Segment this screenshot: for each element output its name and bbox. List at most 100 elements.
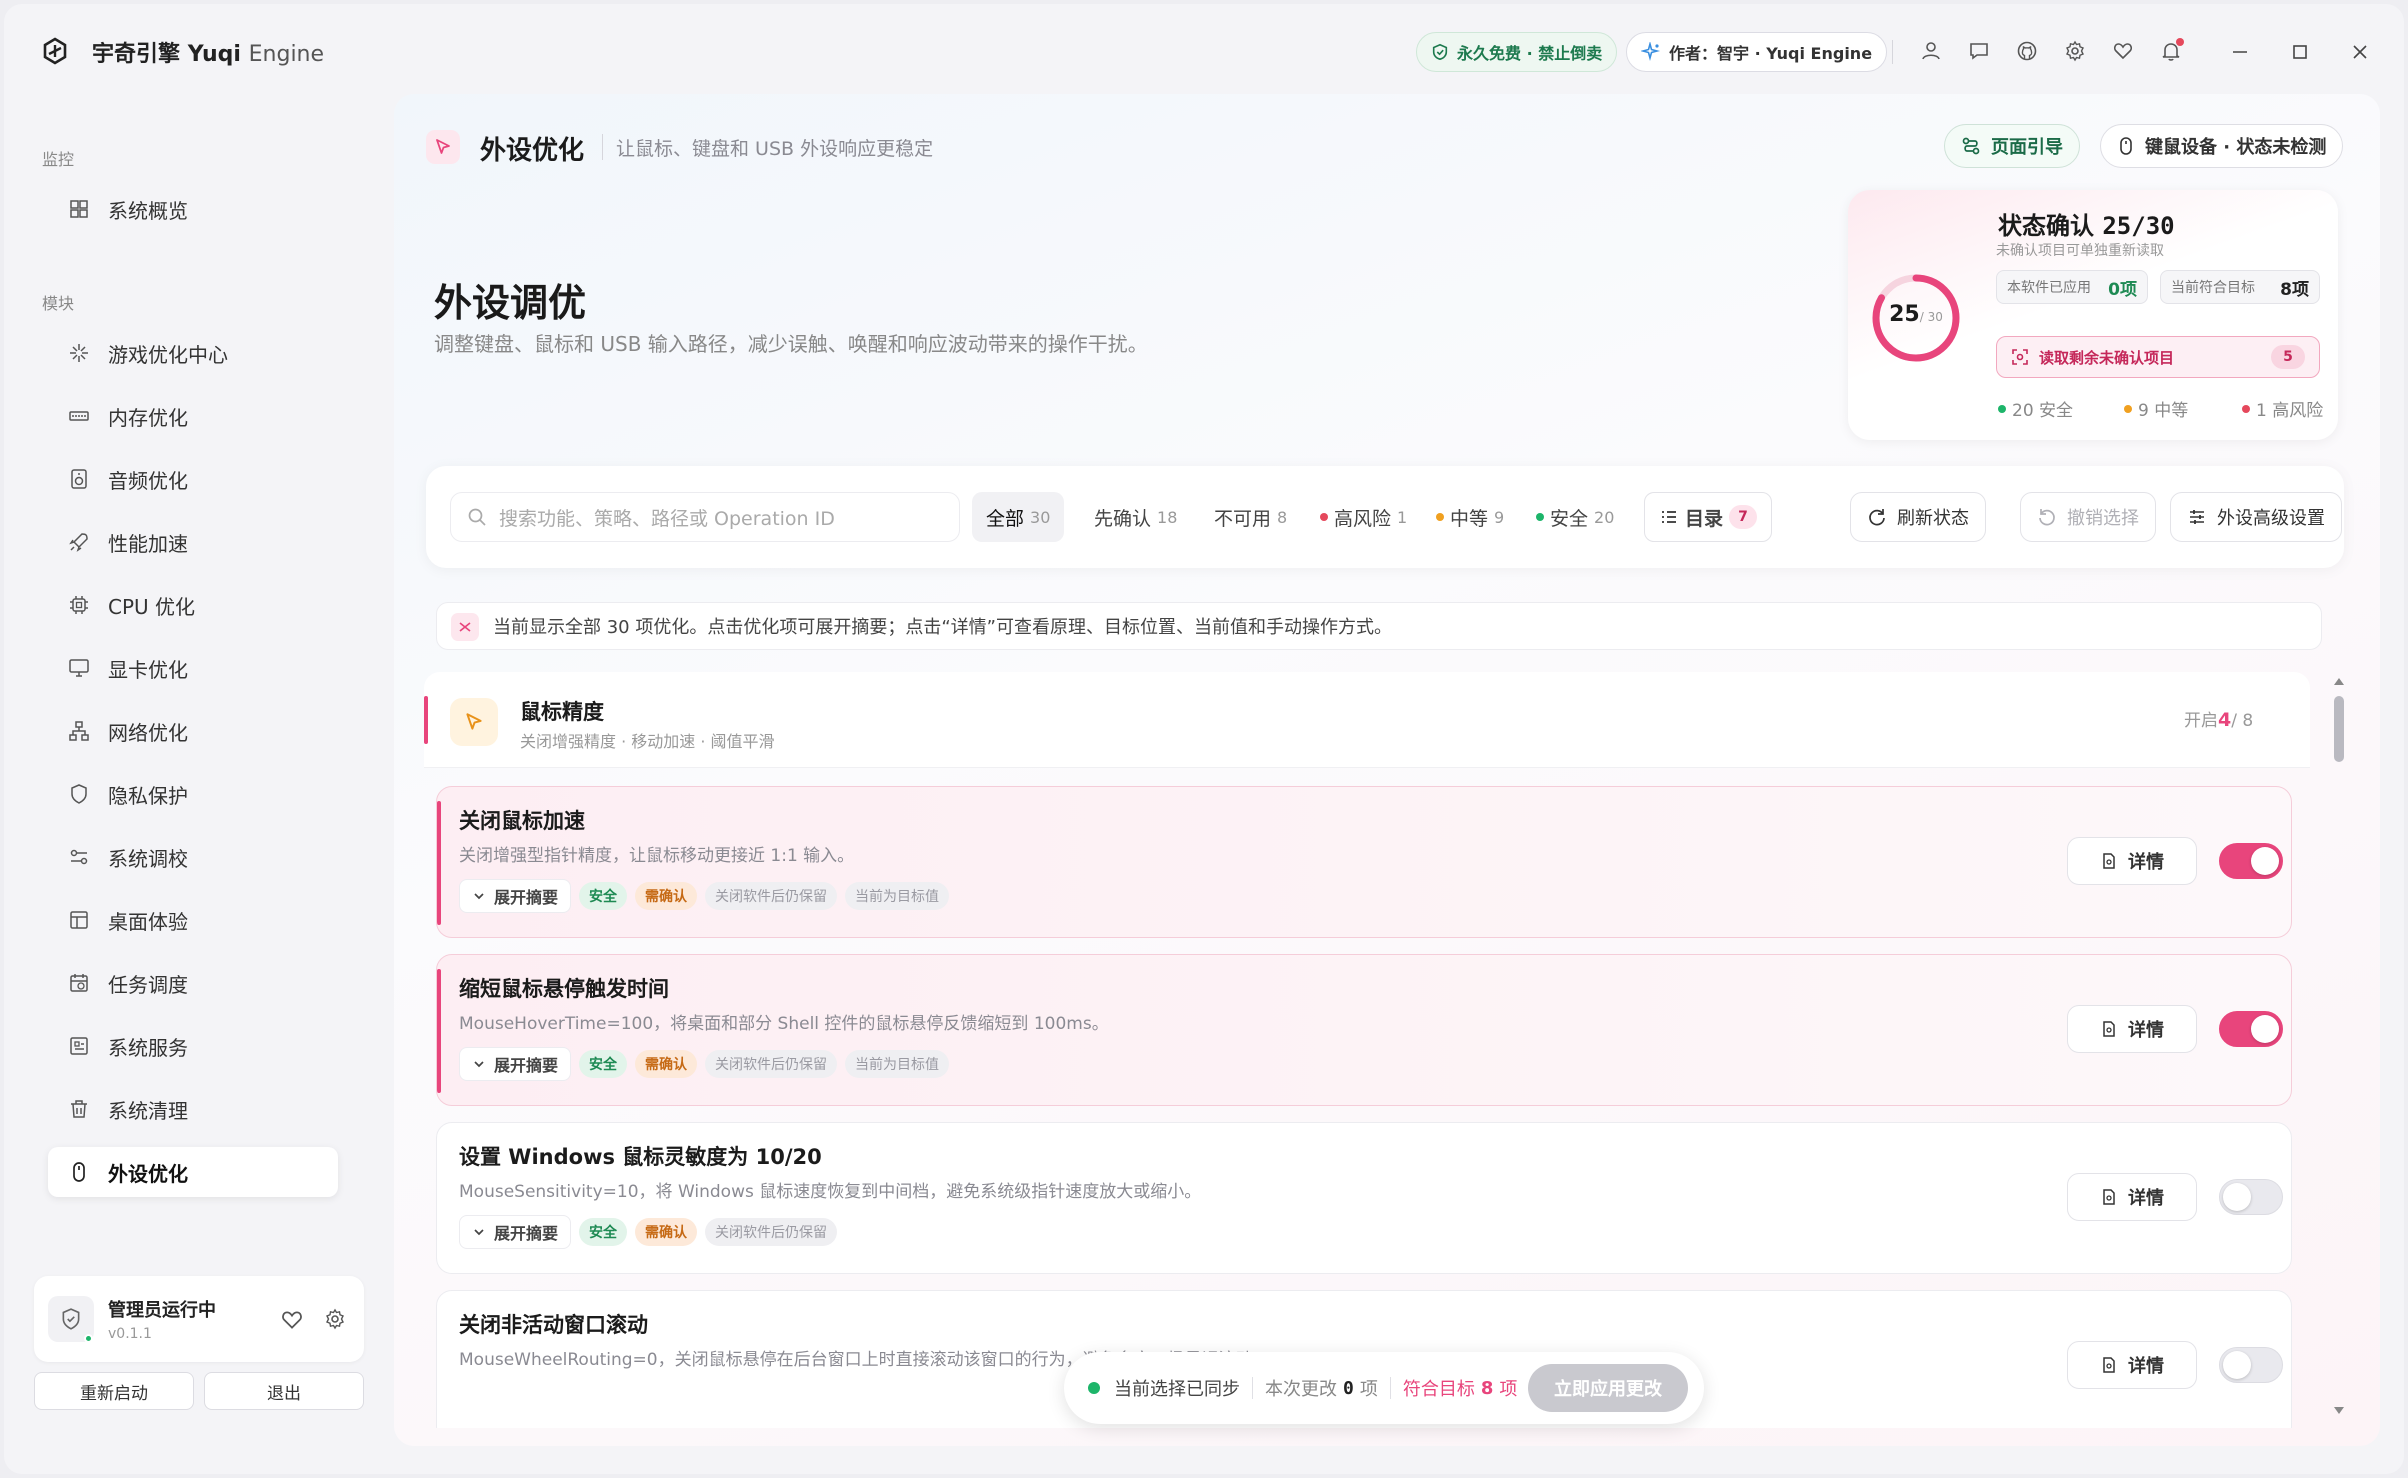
free-badge-label: 永久免费 · 禁止倒卖 xyxy=(1457,44,1603,63)
sidebar-item-game[interactable]: 游戏优化中心 xyxy=(48,328,338,378)
item-tags: 展开摘要 安全 需确认 关闭软件后仍保留 当前为目标值 xyxy=(459,1047,950,1081)
read-unconfirmed-button[interactable]: 读取剩余未确认项目 5 xyxy=(1996,336,2320,378)
heart-icon[interactable] xyxy=(2110,38,2136,64)
list-item[interactable]: 关闭鼠标加速 关闭增强型指针精度，让鼠标移动更接近 1:1 输入。 展开摘要 安… xyxy=(436,786,2292,938)
services-icon xyxy=(70,1037,88,1055)
details-button[interactable]: 详情 xyxy=(2067,837,2197,885)
section-header-mouse[interactable]: 鼠标精度 关闭增强精度 · 移动加速 · 阈值平滑 开启4/ 8 xyxy=(424,672,2310,768)
sidebar-item-peripherals[interactable]: 外设优化 xyxy=(48,1147,338,1197)
apply-bar-divider xyxy=(1252,1377,1253,1399)
item-title: 关闭非活动窗口滚动 xyxy=(459,1313,648,1337)
item-toggle[interactable] xyxy=(2219,843,2283,879)
settings-icon[interactable] xyxy=(2062,38,2088,64)
sidebar-item-label: 任务调度 xyxy=(108,972,188,997)
chevron-down-icon xyxy=(474,1061,484,1068)
undo-selection-button[interactable]: 撤销选择 xyxy=(2020,492,2156,542)
details-button[interactable]: 详情 xyxy=(2067,1173,2197,1221)
scrollbar-thumb[interactable] xyxy=(2334,696,2344,762)
apply-now-button[interactable]: 立即应用更改 xyxy=(1528,1364,1688,1412)
info-notice: 当前显示全部 30 项优化。点击优化项可展开摘要；点击“详情”可查看原理、目标位… xyxy=(436,602,2322,650)
search-placeholder: 搜索功能、策略、路径或 Operation ID xyxy=(499,507,835,530)
tag-confirm: 需确认 xyxy=(635,1218,698,1246)
sidebar-item-audio[interactable]: 音频优化 xyxy=(48,454,338,504)
sidebar-item-network[interactable]: 网络优化 xyxy=(48,706,338,756)
sidebar-item-cleanup[interactable]: 系统清理 xyxy=(48,1084,338,1134)
status-card: 25/ 30 状态确认 25/30 未确认项目可单独重新读取 本软件已应用 0项 … xyxy=(1848,190,2338,440)
sidebar-item-memory[interactable]: 内存优化 xyxy=(48,391,338,441)
gamepad-icon xyxy=(70,344,88,362)
filter-all[interactable]: 全部 30 xyxy=(972,492,1065,542)
safe-risk-dot xyxy=(1536,513,1544,521)
close-button[interactable] xyxy=(2342,34,2378,70)
admin-version: v0.1.1 xyxy=(108,1326,152,1342)
page-subtitle: 让鼠标、键盘和 USB 外设响应更稳定 xyxy=(616,138,934,160)
search-input[interactable]: 搜索功能、策略、路径或 Operation ID xyxy=(450,492,960,542)
refresh-status-button[interactable]: 刷新状态 xyxy=(1850,492,1986,542)
page-guide-button[interactable]: 页面引导 xyxy=(1944,124,2080,168)
target-count-box: 当前符合目标 8项 xyxy=(2160,270,2320,304)
status-subtitle: 未确认项目可单独重新读取 xyxy=(1996,243,2164,259)
author-badge[interactable]: 作者：智宇 · Yuqi Engine xyxy=(1626,32,1888,72)
shuffle-icon xyxy=(451,613,479,641)
sidebar-item-label: 显卡优化 xyxy=(108,657,188,682)
gear-icon[interactable] xyxy=(324,1308,346,1330)
advanced-settings-button[interactable]: 外设高级设置 xyxy=(2170,492,2342,542)
expand-summary-button[interactable]: 展开摘要 xyxy=(459,1215,572,1249)
message-icon[interactable] xyxy=(1966,38,1992,64)
sidebar-item-cpu[interactable]: CPU 优化 xyxy=(48,580,338,630)
scroll-down-arrow-icon[interactable] xyxy=(2332,1404,2346,1418)
sidebar-item-scheduler[interactable]: 任务调度 xyxy=(48,958,338,1008)
sidebar-item-performance[interactable]: 性能加速 xyxy=(48,517,338,567)
memory-icon xyxy=(69,411,89,421)
titlebar-divider xyxy=(1892,40,1893,64)
safe-dot xyxy=(1998,404,2006,413)
filter-unavailable[interactable]: 不可用 8 xyxy=(1200,492,1301,542)
sidebar-item-overview[interactable]: 系统概览 xyxy=(48,184,338,234)
filter-count: 8 xyxy=(1277,507,1288,527)
toc-button[interactable]: 目录 7 xyxy=(1644,492,1773,542)
list-item[interactable]: 缩短鼠标悬停触发时间 MouseHoverTime=100，将桌面和部分 She… xyxy=(436,954,2292,1106)
sidebar-item-services[interactable]: 系统服务 xyxy=(48,1021,338,1071)
list-item[interactable]: 设置 Windows 鼠标灵敏度为 10/20 MouseSensitivity… xyxy=(436,1122,2292,1274)
mouse-icon xyxy=(73,1162,85,1182)
item-toggle[interactable] xyxy=(2219,1347,2283,1383)
device-status-button[interactable]: 键鼠设备 · 状态未检测 xyxy=(2100,124,2344,168)
filter-safe[interactable]: 安全 20 xyxy=(1522,492,1628,542)
sidebar-item-label: 内存优化 xyxy=(108,405,188,430)
details-button[interactable]: 详情 xyxy=(2067,1005,2197,1053)
user-icon[interactable] xyxy=(1918,38,1944,64)
sidebar-item-gpu[interactable]: 显卡优化 xyxy=(48,643,338,693)
sidebar: 监控 系统概览 模块 游戏优化中心 内存优化 音频优化 性能加速 CPU 优化 xyxy=(4,94,384,1474)
sidebar-item-label: 音频优化 xyxy=(108,468,188,493)
expand-summary-button[interactable]: 展开摘要 xyxy=(459,1047,572,1081)
sidebar-item-tuning[interactable]: 系统调校 xyxy=(48,832,338,882)
item-toggle[interactable] xyxy=(2219,1179,2283,1215)
toggle-knob xyxy=(2223,1183,2251,1211)
list-scrollbar[interactable] xyxy=(2332,674,2346,1430)
minimize-button[interactable] xyxy=(2222,34,2258,70)
bell-icon[interactable] xyxy=(2158,38,2184,64)
filter-confirm-first[interactable]: 先确认 18 xyxy=(1080,492,1191,542)
sidebar-item-privacy[interactable]: 隐私保护 xyxy=(48,769,338,819)
header-divider xyxy=(602,134,603,160)
filter-high-risk[interactable]: 高风险 1 xyxy=(1306,492,1421,542)
medium-risk-dot xyxy=(1436,513,1444,521)
minimize-icon xyxy=(2233,51,2247,53)
maximize-button[interactable] xyxy=(2282,34,2318,70)
sidebar-item-desktop[interactable]: 桌面体验 xyxy=(48,895,338,945)
free-badge[interactable]: 永久免费 · 禁止倒卖 xyxy=(1416,32,1618,72)
filter-medium[interactable]: 中等 9 xyxy=(1422,492,1518,542)
target-value: 8项 xyxy=(2280,279,2309,300)
exit-button[interactable]: 退出 xyxy=(204,1372,364,1410)
details-button[interactable]: 详情 xyxy=(2067,1341,2197,1389)
item-toggle[interactable] xyxy=(2219,1011,2283,1047)
expand-summary-button[interactable]: 展开摘要 xyxy=(459,879,572,913)
heart-icon[interactable] xyxy=(280,1308,304,1332)
toggle-knob xyxy=(2223,1351,2251,1379)
app-window: 宇奇引擎 Yuqi Engine 永久免费 · 禁止倒卖 作者：智宇 · Yuq… xyxy=(4,4,2404,1474)
github-icon[interactable] xyxy=(2014,38,2040,64)
restart-button[interactable]: 重新启动 xyxy=(34,1372,194,1410)
scroll-up-arrow-icon[interactable] xyxy=(2332,674,2346,688)
changes-label: 本次更改 xyxy=(1265,1379,1337,1400)
section-title: 鼠标精度 xyxy=(520,700,604,724)
